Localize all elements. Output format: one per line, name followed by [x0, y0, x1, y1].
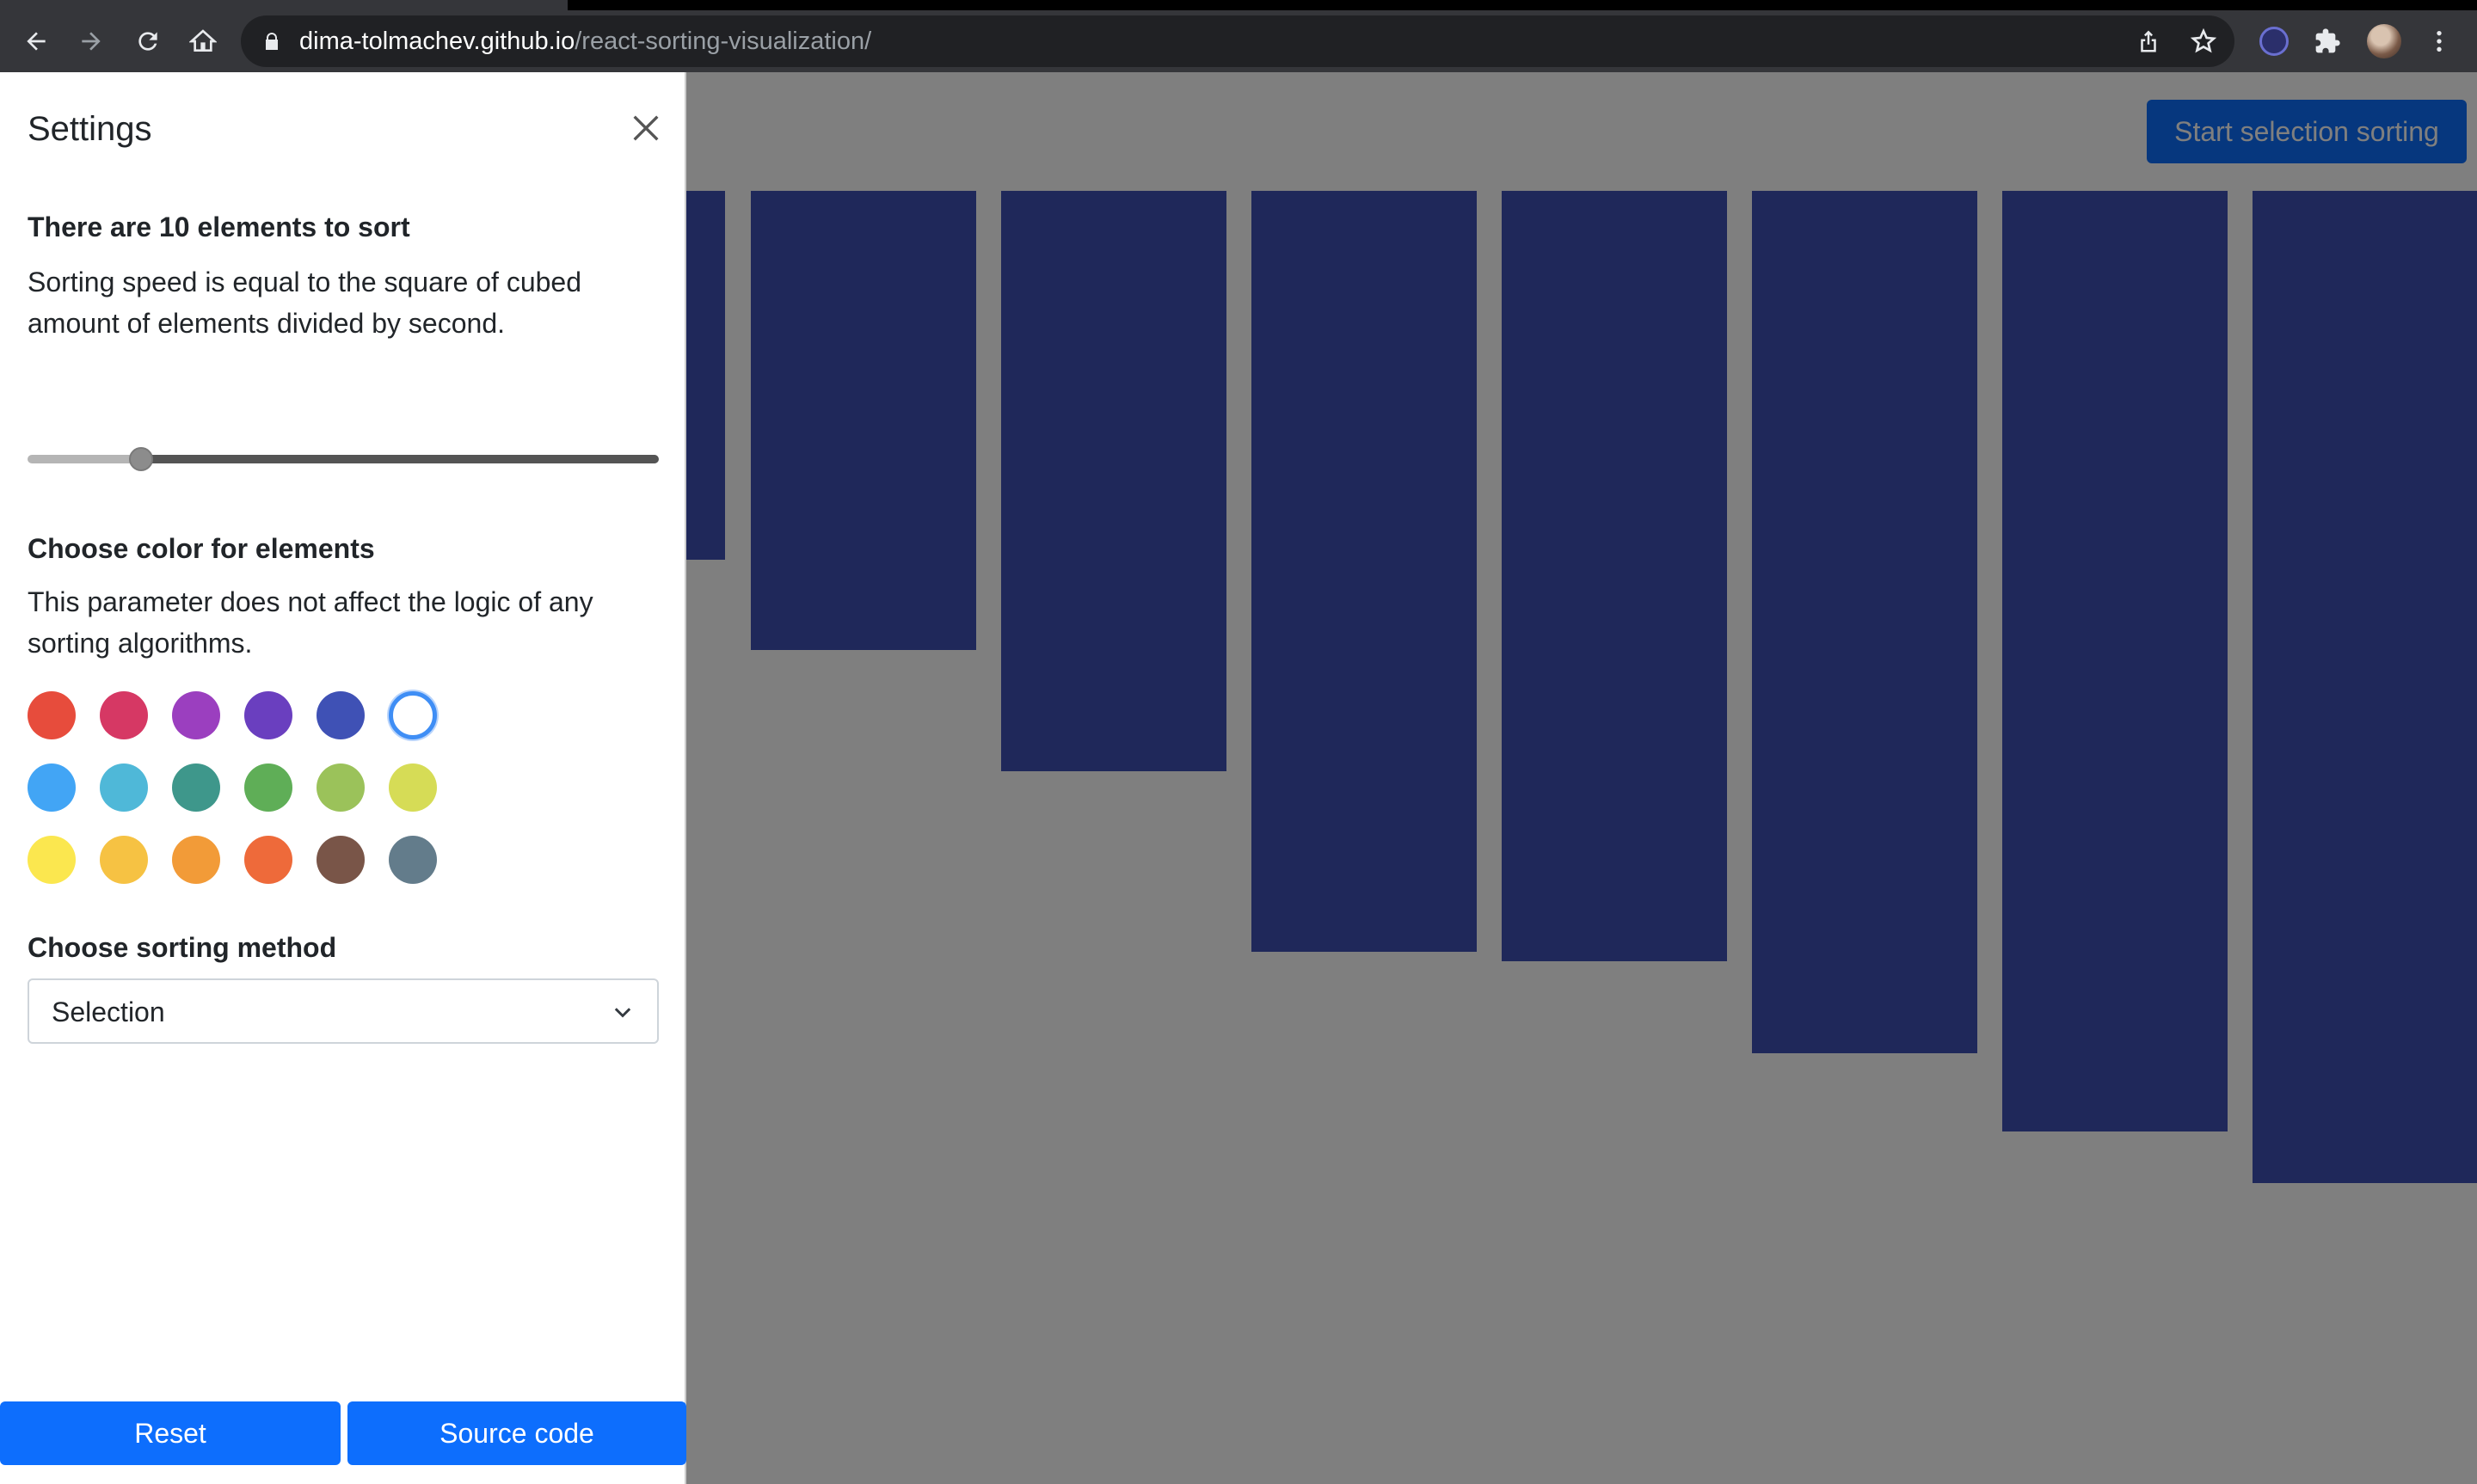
- color-swatch[interactable]: [244, 763, 292, 812]
- sorting-method-value: Selection: [52, 996, 165, 1027]
- avatar: [2367, 24, 2401, 58]
- elements-count-heading: There are 10 elements to sort: [28, 212, 410, 242]
- color-swatch[interactable]: [244, 691, 292, 739]
- home-icon: [189, 29, 217, 52]
- reload-icon: [138, 32, 157, 51]
- color-swatch[interactable]: [244, 836, 292, 884]
- browser-toolbar: dima-tolmachev.github.io/react-sorting-v…: [0, 10, 2477, 72]
- color-swatch[interactable]: [172, 691, 220, 739]
- color-heading: Choose color for elements: [28, 533, 375, 564]
- address-bar[interactable]: dima-tolmachev.github.io/react-sorting-v…: [241, 15, 2234, 67]
- color-swatch[interactable]: [389, 691, 437, 739]
- tab-edge: [0, 0, 568, 10]
- elements-slider[interactable]: [28, 442, 659, 476]
- source-code-button[interactable]: Source code: [347, 1401, 686, 1465]
- reload-button[interactable]: [129, 22, 167, 60]
- method-heading: Choose sorting method: [28, 932, 337, 963]
- color-swatch[interactable]: [100, 691, 148, 739]
- settings-title: Settings: [28, 110, 152, 148]
- color-swatch[interactable]: [28, 763, 76, 812]
- more-vertical-icon: [2437, 31, 2442, 52]
- color-description: This parameter does not affect the logic…: [28, 586, 593, 659]
- extension-button[interactable]: [2255, 22, 2293, 60]
- puzzle-icon: [2315, 28, 2340, 53]
- extension-icon: [2259, 27, 2289, 56]
- color-swatch[interactable]: [28, 691, 76, 739]
- color-swatch[interactable]: [317, 691, 365, 739]
- extensions-menu-button[interactable]: [2308, 22, 2346, 60]
- color-swatch[interactable]: [28, 836, 76, 884]
- back-arrow-icon: [27, 32, 46, 51]
- slider-filled-track: [28, 455, 141, 463]
- color-swatch[interactable]: [172, 763, 220, 812]
- color-swatch[interactable]: [172, 836, 220, 884]
- page: Start selection sorting Settings There a…: [0, 72, 2477, 1484]
- bookmark-button[interactable]: [2188, 26, 2219, 57]
- star-icon: [2190, 28, 2217, 53]
- tab-strip: [0, 0, 2477, 10]
- slider-track: [141, 455, 659, 463]
- forward-button[interactable]: [72, 22, 110, 60]
- reset-button[interactable]: Reset: [0, 1401, 341, 1465]
- share-button[interactable]: [2133, 26, 2164, 57]
- lock-icon: [266, 33, 278, 50]
- browser-menu-button[interactable]: [2420, 22, 2458, 60]
- chevron-down-icon: [614, 1008, 631, 1018]
- url-text: dima-tolmachev.github.io/react-sorting-v…: [299, 28, 871, 55]
- tab-edge: [987, 0, 2477, 10]
- color-swatch[interactable]: [100, 763, 148, 812]
- back-button[interactable]: [17, 22, 55, 60]
- home-button[interactable]: [184, 22, 222, 60]
- url-path: /react-sorting-visualization/: [575, 28, 872, 55]
- speed-description: Sorting speed is equal to the square of …: [28, 267, 581, 339]
- color-swatch[interactable]: [389, 763, 437, 812]
- forward-arrow-icon: [82, 32, 101, 51]
- color-swatch[interactable]: [100, 836, 148, 884]
- sorting-method-select[interactable]: Selection: [28, 978, 659, 1044]
- color-swatch[interactable]: [317, 763, 365, 812]
- settings-panel: Settings There are 10 elements to sort S…: [0, 72, 686, 1484]
- color-swatch[interactable]: [317, 836, 365, 884]
- share-icon: [2141, 30, 2156, 52]
- close-button[interactable]: [624, 107, 667, 150]
- slider-thumb[interactable]: [129, 447, 153, 471]
- url-host: dima-tolmachev.github.io: [299, 28, 575, 55]
- close-icon: [633, 115, 659, 141]
- profile-button[interactable]: [2365, 22, 2403, 60]
- color-swatch[interactable]: [389, 836, 437, 884]
